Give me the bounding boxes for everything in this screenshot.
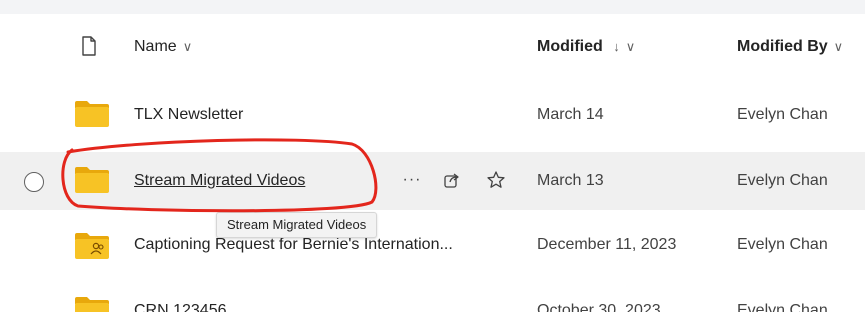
modified-column-header[interactable]: Modified ↓ ∨ bbox=[537, 38, 635, 56]
table-row[interactable]: Captioning Request for Bernie's Internat… bbox=[0, 216, 865, 276]
modified-date: October 30, 2023 bbox=[537, 302, 661, 312]
modified-header-label: Modified bbox=[537, 38, 603, 55]
file-type-icon[interactable] bbox=[81, 36, 97, 56]
file-name[interactable]: CRN 123456 bbox=[134, 302, 227, 312]
chevron-down-icon: ∨ bbox=[833, 39, 844, 54]
chevron-down-icon: ∨ bbox=[182, 39, 193, 54]
name-column-header[interactable]: Name ∨ bbox=[134, 38, 192, 56]
table-row[interactable]: CRN 123456 October 30, 2023 Evelyn Chan bbox=[0, 286, 865, 312]
modified-date: December 11, 2023 bbox=[537, 236, 677, 253]
folder-icon bbox=[75, 101, 109, 127]
modified-date: March 14 bbox=[537, 106, 604, 123]
table-row[interactable]: Stream Migrated Videos ··· March 13 Evel… bbox=[0, 152, 865, 210]
shared-folder-icon bbox=[75, 233, 109, 259]
modified-date: March 13 bbox=[537, 172, 604, 189]
star-icon[interactable] bbox=[484, 168, 508, 192]
modified-by-column-header[interactable]: Modified By ∨ bbox=[737, 38, 843, 56]
modified-by-header-label: Modified By bbox=[737, 38, 828, 55]
file-name[interactable]: Captioning Request for Bernie's Internat… bbox=[134, 236, 453, 254]
folder-icon bbox=[75, 167, 109, 193]
chevron-down-icon: ∨ bbox=[625, 39, 636, 54]
share-icon[interactable] bbox=[440, 168, 464, 192]
modified-by: Evelyn Chan bbox=[737, 106, 828, 123]
modified-by: Evelyn Chan bbox=[737, 172, 828, 189]
table-row[interactable]: TLX Newsletter March 14 Evelyn Chan bbox=[0, 86, 865, 146]
file-name[interactable]: TLX Newsletter bbox=[134, 106, 243, 124]
top-bar bbox=[0, 0, 865, 14]
name-tooltip: Stream Migrated Videos bbox=[216, 212, 378, 238]
file-name-link[interactable]: Stream Migrated Videos bbox=[134, 172, 305, 190]
name-header-label: Name bbox=[134, 38, 177, 55]
more-actions-button[interactable]: ··· bbox=[400, 168, 424, 192]
folder-icon bbox=[75, 297, 109, 312]
modified-by: Evelyn Chan bbox=[737, 302, 828, 312]
row-select-radio[interactable] bbox=[24, 172, 44, 192]
modified-by: Evelyn Chan bbox=[737, 236, 828, 253]
sort-descending-icon: ↓ bbox=[613, 39, 620, 54]
